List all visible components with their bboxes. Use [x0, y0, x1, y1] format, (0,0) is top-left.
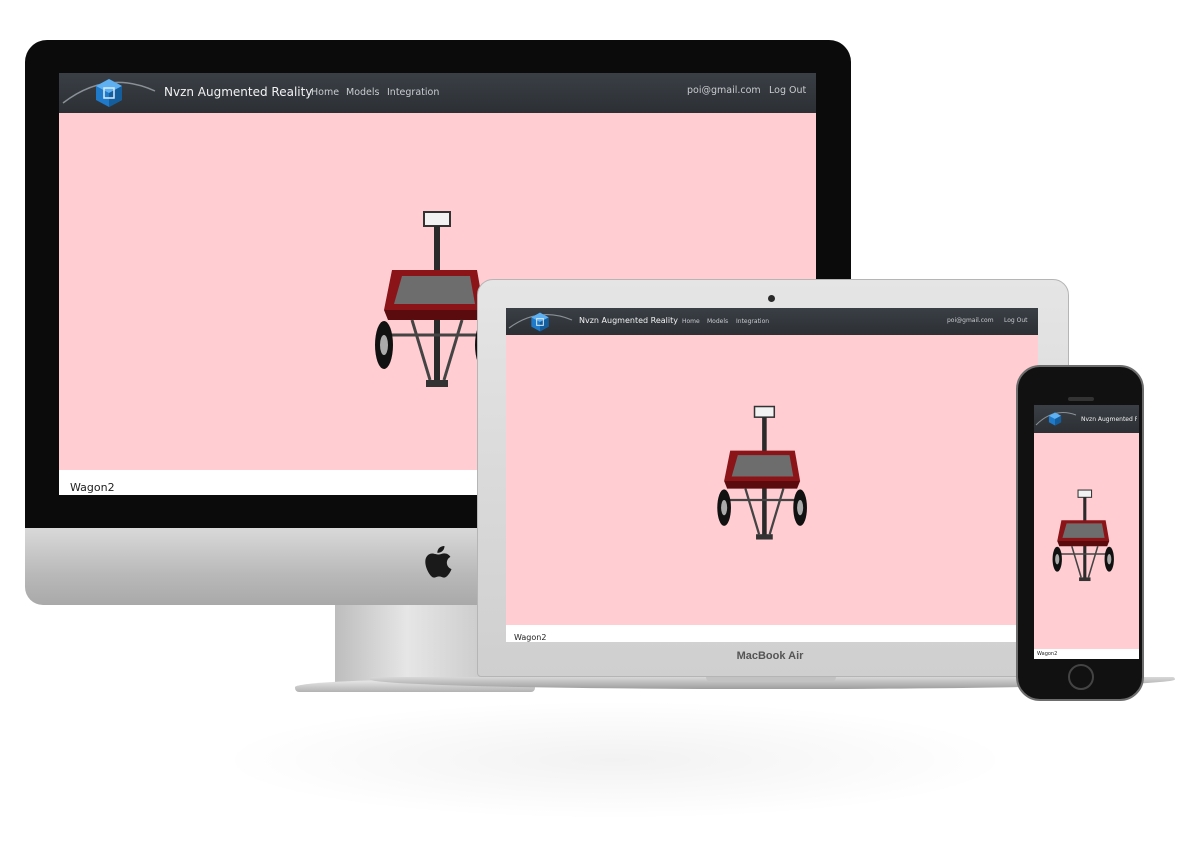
model-info-bar: Wagon2 [506, 625, 1038, 642]
navbar: Nvzn Augmented Reality Home Models Integ… [59, 73, 816, 113]
nav-models[interactable]: Models [346, 87, 379, 98]
iphone-screen: Nvzn Augmented Reality Wagon2 [1034, 405, 1139, 659]
navbar: Nvzn Augmented Reality Home Models Integ… [506, 308, 1038, 335]
imac-stand [335, 605, 495, 685]
macbook-notch [706, 677, 836, 682]
wagon-3d-model[interactable] [1051, 489, 1129, 593]
model-name: Wagon2 [514, 633, 547, 642]
logout-link[interactable]: Log Out [1004, 317, 1028, 324]
cube-logo-icon[interactable] [530, 312, 550, 332]
camera-icon [768, 295, 775, 302]
floor-reflection [215, 700, 1015, 820]
speaker-grille [1068, 397, 1094, 401]
brand-title[interactable]: Nvzn Augmented Reality [1081, 416, 1137, 423]
model-viewer[interactable] [506, 335, 1038, 625]
logout-link[interactable]: Log Out [769, 85, 806, 96]
nav-integration[interactable]: Integration [387, 87, 439, 98]
cube-logo-icon[interactable] [94, 78, 124, 108]
brand-title[interactable]: Nvzn Augmented Reality [164, 85, 312, 99]
navbar: Nvzn Augmented Reality [1034, 405, 1139, 433]
user-email[interactable]: poi@gmail.com [947, 317, 994, 324]
brand-title[interactable]: Nvzn Augmented Reality [579, 316, 678, 325]
wagon-3d-model[interactable] [715, 405, 829, 557]
model-name: Wagon2 [1037, 651, 1058, 657]
nav-home[interactable]: Home [682, 318, 700, 325]
model-name: Wagon2 [70, 481, 115, 494]
model-viewer[interactable] [1034, 433, 1139, 649]
macbook-screen: Nvzn Augmented Reality Home Models Integ… [506, 308, 1038, 642]
user-email[interactable]: poi@gmail.com [687, 85, 761, 96]
cube-logo-icon[interactable] [1048, 412, 1062, 426]
apple-logo-icon [425, 545, 452, 578]
nav-home[interactable]: Home [311, 87, 339, 98]
nav-integration[interactable]: Integration [736, 318, 769, 325]
model-info-bar: Wagon2 [1034, 649, 1139, 659]
nav-models[interactable]: Models [707, 318, 728, 325]
home-button[interactable] [1068, 664, 1094, 690]
macbook-label: MacBook Air [736, 650, 804, 662]
